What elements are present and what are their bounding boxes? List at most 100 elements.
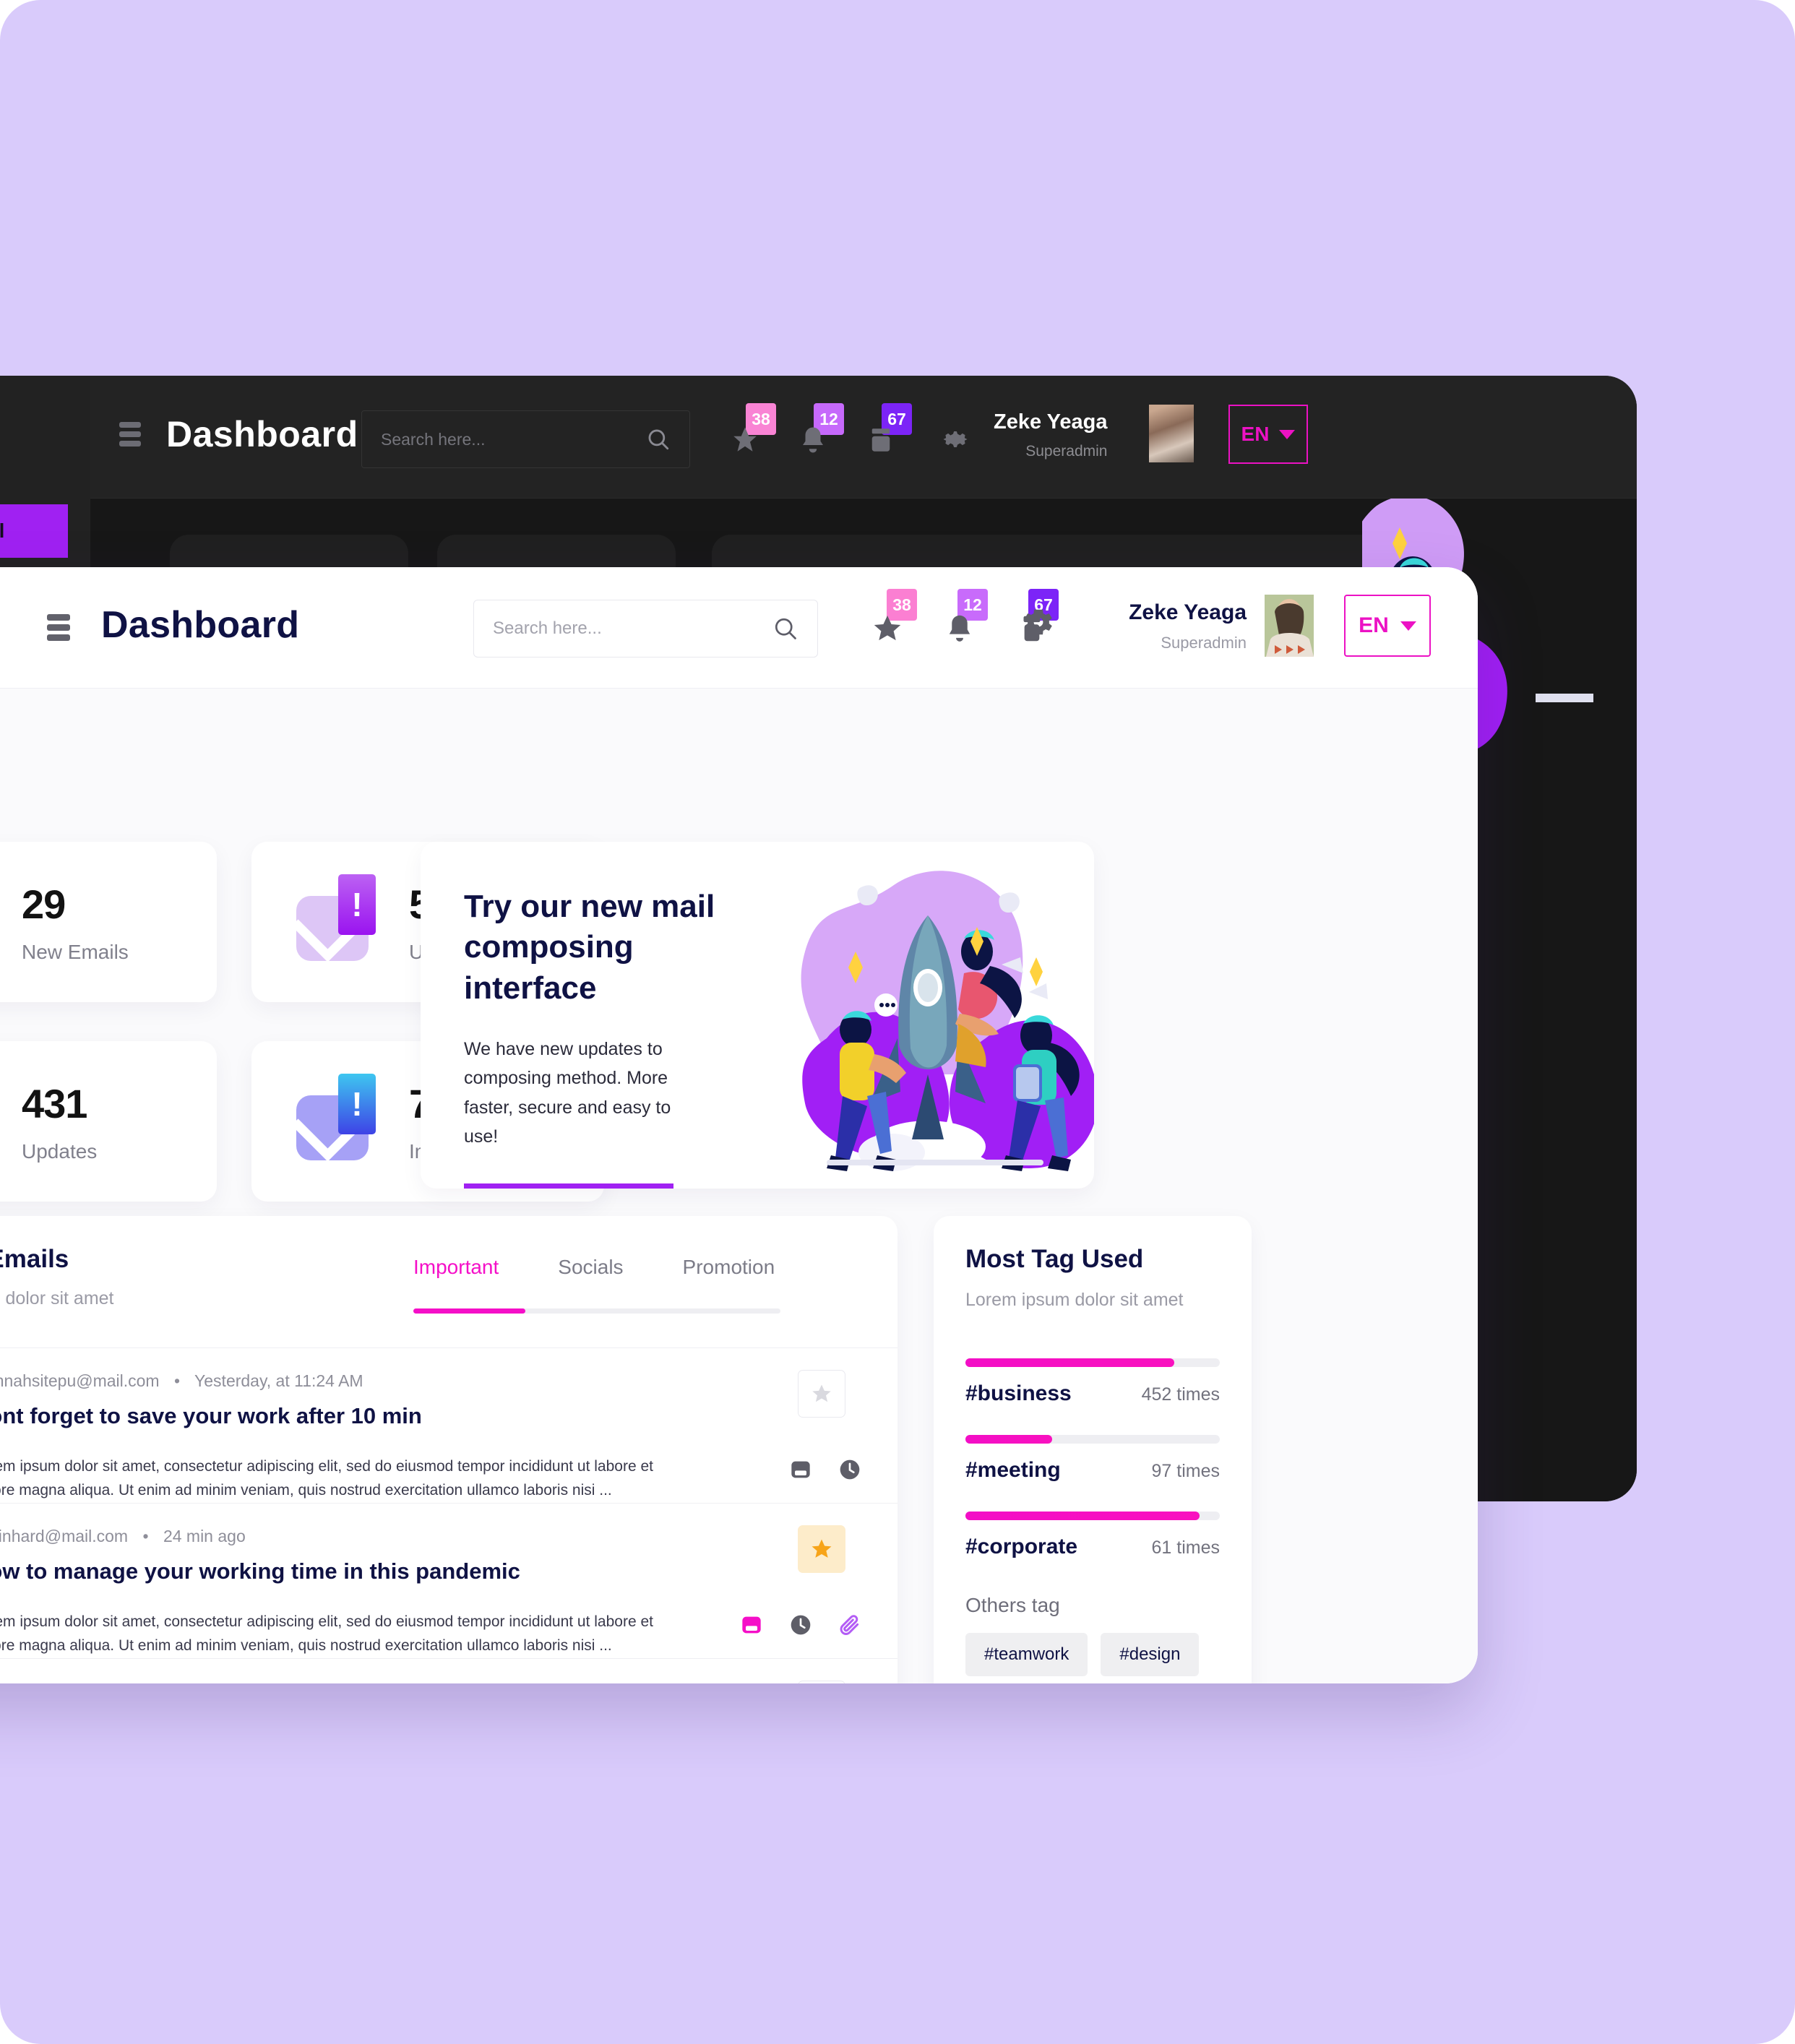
dark-user-name: Zeke Yeaga — [994, 410, 1108, 434]
stat-label: Updates — [22, 1139, 98, 1163]
email-meta: machelgreen@mail.com • October 25th, 202… — [0, 1682, 405, 1683]
others-tag-chips: #teamwork #design #projectmanagement 16+ — [965, 1633, 1220, 1683]
email-sender: kevinhard@mail.com — [0, 1527, 129, 1545]
bell-icon — [803, 427, 823, 453]
promo-card: Try our new mail composing interface We … — [421, 842, 1094, 1189]
email-preview: Lorem ipsum dolor sit amet, consectetur … — [0, 1458, 653, 1498]
dashboard-body: ! 29 New Emails ! 547 Unread Emails — [0, 689, 1478, 1683]
avatar-photo — [1265, 595, 1314, 657]
tab-important[interactable]: Important — [413, 1256, 499, 1279]
tag-chip-design[interactable]: #design — [1101, 1633, 1200, 1676]
gear-icon — [943, 431, 968, 447]
promo-title: Try our new mail composing interface — [464, 889, 715, 1006]
email-sender: machelgreen@mail.com — [0, 1682, 152, 1683]
recent-emails-title: Recent Emails — [0, 1245, 69, 1273]
hamburger-icon[interactable] — [47, 614, 70, 641]
favorites-button[interactable]: 38 — [871, 589, 917, 648]
dark-search-input[interactable]: Search here... — [361, 410, 690, 468]
page-canvas: Mail Admin Dashboard ose Email Dashboard… — [0, 0, 1795, 2044]
email-time: October 25th, 2020 08:55 AM — [187, 1682, 404, 1683]
language-selector[interactable]: EN — [1344, 595, 1431, 657]
user-role: Superadmin — [1161, 634, 1247, 652]
dark-hamburger-icon[interactable] — [119, 422, 141, 447]
tab-indicator-active — [413, 1308, 525, 1314]
user-name: Zeke Yeaga — [1129, 600, 1247, 624]
star-icon — [874, 615, 901, 641]
exclaim-flag: ! — [338, 1074, 376, 1134]
paperclip-icon[interactable] — [838, 1613, 861, 1637]
table-row[interactable]: joannahsitepu@mail.com • Yesterday, at 1… — [0, 1347, 898, 1503]
clock-icon[interactable] — [838, 1458, 861, 1481]
bell-icon — [949, 615, 970, 642]
inbox-icon[interactable] — [789, 1458, 812, 1481]
language-label: EN — [1359, 613, 1389, 637]
dark-search-placeholder: Search here... — [381, 429, 486, 449]
stat-card-updates[interactable]: 431 Updates — [0, 1041, 217, 1202]
clock-icon[interactable] — [789, 1613, 812, 1637]
others-tag-label: Others tag — [965, 1594, 1060, 1616]
dark-compose-email-button[interactable]: ose Email — [0, 504, 68, 558]
inbox-icon[interactable] — [740, 1613, 763, 1637]
tag-stat: #corporate 61 times — [965, 1512, 1220, 1559]
progress-track — [965, 1435, 1220, 1444]
dark-avatar[interactable] — [1149, 405, 1194, 462]
star-icon — [812, 1384, 831, 1402]
star-icon — [812, 1539, 832, 1558]
star-toggle[interactable] — [798, 1681, 845, 1683]
tag-name[interactable]: #business — [965, 1381, 1072, 1406]
rocket-team-illustration — [801, 871, 1094, 1173]
tab-socials[interactable]: Socials — [558, 1256, 623, 1279]
page-title: Dashboard — [101, 604, 300, 646]
stat-card-new-emails[interactable]: ! 29 New Emails — [0, 842, 217, 1002]
email-meta: kevinhard@mail.com • 24 min ago — [0, 1527, 246, 1546]
email-tabs: Important Socials Promotion — [413, 1256, 775, 1279]
star-icon — [733, 427, 757, 452]
progress-fill — [965, 1435, 1052, 1444]
promo-cta-button[interactable]: OK! Take me there — [464, 1183, 673, 1189]
email-time: Yesterday, at 11:24 AM — [194, 1371, 363, 1390]
dark-topbar: Dashboard Search here... 38 12 67 Zeke Y… — [90, 376, 1637, 499]
email-actions — [789, 1458, 861, 1481]
dark-settings-button[interactable] — [939, 412, 980, 462]
table-row[interactable]: machelgreen@mail.com • October 25th, 202… — [0, 1658, 898, 1683]
email-subject: How to manage your working time in this … — [0, 1558, 520, 1584]
dark-favorites-button[interactable]: 38 — [730, 403, 776, 462]
recent-emails-subtitle: Lorem ipsum dolor sit amet — [0, 1288, 114, 1308]
progress-fill — [965, 1358, 1174, 1367]
email-actions — [740, 1613, 861, 1637]
tag-count: 97 times — [1151, 1461, 1220, 1481]
tag-count: 452 times — [1141, 1384, 1220, 1405]
mail-badge-icon: ! — [296, 1074, 377, 1162]
dark-archive-button[interactable]: 67 — [866, 403, 912, 462]
tag-chip-teamwork[interactable]: #teamwork — [965, 1633, 1088, 1676]
tag-name[interactable]: #corporate — [965, 1535, 1077, 1559]
archive-icon — [871, 428, 890, 452]
notifications-button[interactable]: 12 — [942, 589, 988, 648]
dark-page-title: Dashboard — [166, 414, 358, 454]
tag-card-subtitle: Lorem ipsum dolor sit amet — [965, 1290, 1184, 1310]
stat-value: 29 — [22, 881, 66, 927]
email-meta: joannahsitepu@mail.com • Yesterday, at 1… — [0, 1371, 363, 1391]
dark-user-info[interactable]: Zeke Yeaga Superadmin — [994, 410, 1107, 460]
most-tag-used-card: Most Tag Used Lorem ipsum dolor sit amet… — [934, 1216, 1252, 1683]
tag-name[interactable]: #meeting — [965, 1458, 1061, 1483]
star-toggle[interactable] — [798, 1370, 845, 1418]
separator-dot: • — [167, 1682, 173, 1683]
email-sender: joannahsitepu@mail.com — [0, 1371, 160, 1390]
search-icon — [648, 429, 669, 450]
avatar[interactable] — [1265, 595, 1314, 657]
progress-fill — [965, 1512, 1200, 1520]
dark-notifications-button[interactable]: 12 — [798, 403, 844, 462]
tag-stat: #meeting 97 times — [965, 1435, 1220, 1483]
tag-stat: #business 452 times — [965, 1358, 1220, 1406]
tab-promotion[interactable]: Promotion — [683, 1256, 775, 1279]
star-toggle[interactable] — [798, 1525, 845, 1573]
separator-dot: • — [173, 1371, 181, 1390]
search-input[interactable]: Search here... — [473, 600, 818, 657]
foreground-dashboard: Dashboard Search here... 38 12 67 Zeke Y… — [0, 567, 1478, 1683]
table-row[interactable]: kevinhard@mail.com • 24 min ago How to m… — [0, 1503, 898, 1658]
dark-language-selector[interactable]: EN — [1228, 405, 1308, 464]
settings-button[interactable] — [1021, 605, 1062, 655]
separator-dot: • — [142, 1527, 149, 1545]
user-info[interactable]: Zeke Yeaga Superadmin — [1080, 600, 1247, 652]
